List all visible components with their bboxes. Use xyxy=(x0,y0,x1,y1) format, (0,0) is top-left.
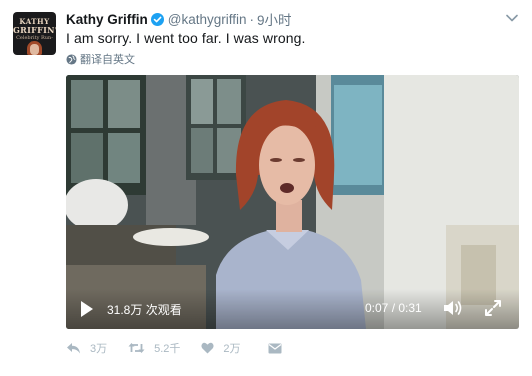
volume-icon[interactable] xyxy=(443,299,463,317)
tweet-header: Kathy Griffin @kathygriffin · 9小时 xyxy=(66,9,292,29)
avatar-text-line2: GRIFFIN'S xyxy=(13,25,56,35)
author-name[interactable]: Kathy Griffin xyxy=(66,12,148,27)
globe-icon xyxy=(66,53,77,65)
video-controls: 31.8万 次观看 0:07 / 0:31 xyxy=(66,289,519,329)
video-view-count: 31.8万 次观看 xyxy=(107,303,182,317)
reply-icon xyxy=(67,342,80,353)
header-separator: · xyxy=(249,11,255,27)
direct-message-button[interactable] xyxy=(268,343,282,354)
chevron-down-icon[interactable] xyxy=(506,14,518,22)
avatar-portrait-face xyxy=(30,44,39,55)
reply-count: 3万 xyxy=(90,343,108,355)
retweet-icon xyxy=(128,343,145,353)
heart-icon xyxy=(201,342,215,354)
translate-label: 翻译自英文 xyxy=(80,54,135,66)
envelope-icon xyxy=(268,343,282,353)
tweet-actions: 3万 5.2千 2万 xyxy=(66,340,282,356)
translate-link[interactable]: 翻译自英文 xyxy=(66,52,135,66)
video-player[interactable]: 31.8万 次观看 0:07 / 0:31 xyxy=(66,75,519,329)
avatar[interactable]: KATHY GRIFFIN'S Celebrity Run-Ins xyxy=(13,12,56,55)
tweet-text: I am sorry. I went too far. I was wrong. xyxy=(66,30,306,46)
like-button[interactable]: 2万 xyxy=(201,340,241,356)
tweet-card[interactable]: KATHY GRIFFIN'S Celebrity Run-Ins Kathy … xyxy=(0,0,532,376)
reply-button[interactable]: 3万 xyxy=(66,340,107,356)
tweet-timestamp[interactable]: 9小时 xyxy=(257,9,292,29)
like-count: 2万 xyxy=(223,343,241,355)
retweet-count: 5.2千 xyxy=(154,343,181,355)
play-icon[interactable] xyxy=(80,300,94,318)
retweet-button[interactable]: 5.2千 xyxy=(128,340,180,356)
fullscreen-icon[interactable] xyxy=(484,299,502,317)
video-timecode: 0:07 / 0:31 xyxy=(365,301,422,315)
verified-badge-icon xyxy=(150,12,164,26)
author-handle[interactable]: @kathygriffin xyxy=(168,12,247,27)
